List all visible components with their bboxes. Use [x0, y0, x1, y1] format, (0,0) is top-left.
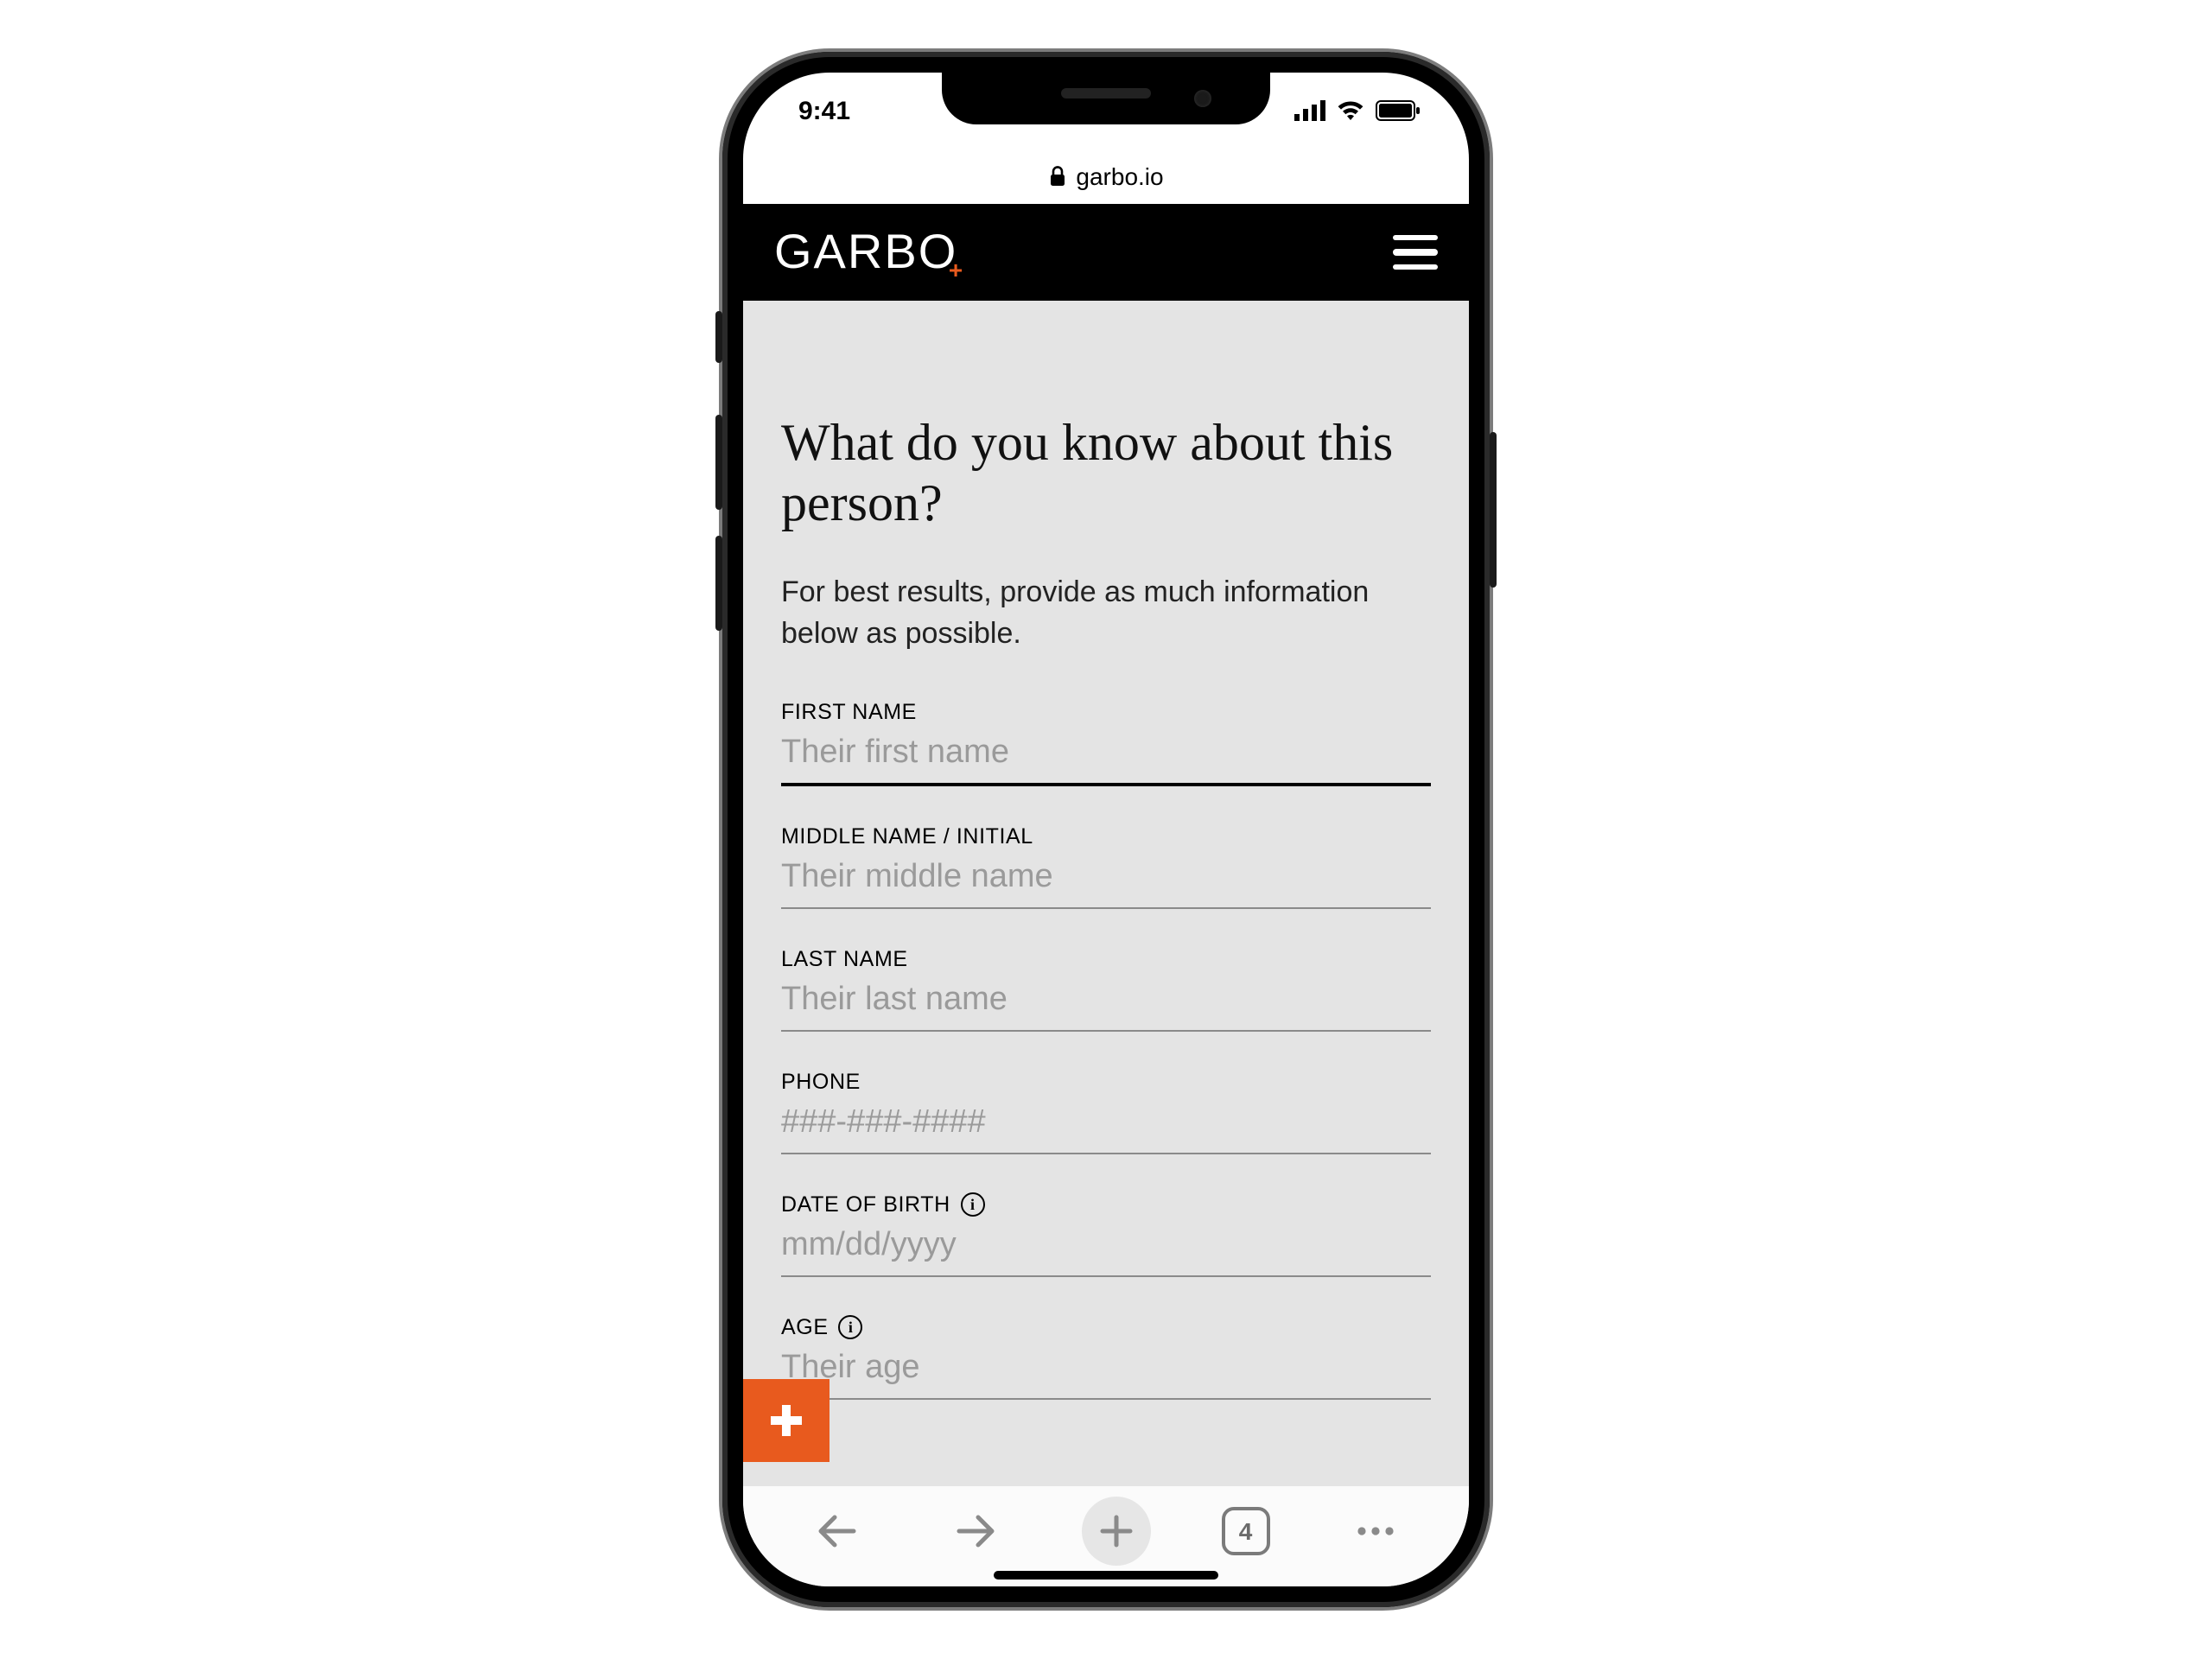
- plus-icon: [766, 1400, 807, 1441]
- field-dob: DATE OF BIRTH i: [781, 1192, 1431, 1276]
- cellular-icon: [1294, 100, 1325, 121]
- side-button: [1490, 432, 1497, 588]
- field-last-name: LAST NAME: [781, 946, 1431, 1031]
- plus-icon: [1097, 1512, 1135, 1550]
- side-button: [715, 311, 722, 363]
- hamburger-menu-icon[interactable]: [1393, 235, 1438, 270]
- url-text: garbo.io: [1076, 162, 1163, 190]
- field-label: AGE i: [781, 1314, 1431, 1338]
- more-button[interactable]: [1340, 1497, 1409, 1566]
- logo[interactable]: GARBO+: [774, 225, 957, 280]
- field-label: LAST NAME: [781, 946, 1431, 970]
- arrow-left-icon: [815, 1512, 860, 1550]
- lock-icon: [1048, 166, 1065, 187]
- tabs-button[interactable]: 4: [1222, 1507, 1270, 1555]
- browser-toolbar: 4: [743, 1486, 1469, 1586]
- phone-input[interactable]: [781, 1093, 1431, 1154]
- forward-button[interactable]: [942, 1497, 1011, 1566]
- search-form: FIRST NAME MIDDLE NAME / INITIAL LAST NA…: [781, 699, 1431, 1399]
- age-input[interactable]: [781, 1338, 1431, 1399]
- wifi-icon: [1336, 100, 1365, 121]
- field-label: PHONE: [781, 1069, 1431, 1093]
- phone-device-frame: 9:41 garbo.io GARBO+ W: [722, 52, 1490, 1607]
- side-button: [715, 536, 722, 631]
- page-subheading: For best results, provide as much inform…: [781, 572, 1431, 654]
- field-label: FIRST NAME: [781, 699, 1431, 723]
- info-icon[interactable]: i: [961, 1192, 985, 1216]
- home-indicator[interactable]: [994, 1571, 1218, 1580]
- back-button[interactable]: [803, 1497, 872, 1566]
- ellipsis-icon: [1354, 1524, 1395, 1538]
- field-age: AGE i: [781, 1314, 1431, 1399]
- battery-icon: [1376, 100, 1421, 121]
- status-time: 9:41: [798, 96, 850, 125]
- browser-url-bar[interactable]: garbo.io: [743, 149, 1469, 204]
- page-content: What do you know about this person? For …: [743, 301, 1469, 1486]
- new-tab-button[interactable]: [1082, 1497, 1151, 1566]
- last-name-input[interactable]: [781, 970, 1431, 1031]
- side-button: [715, 415, 722, 510]
- info-icon[interactable]: i: [839, 1314, 863, 1338]
- page-title: What do you know about this person?: [781, 301, 1431, 534]
- tab-count: 4: [1239, 1517, 1253, 1545]
- notch: [942, 73, 1270, 124]
- field-label: DATE OF BIRTH i: [781, 1192, 1431, 1216]
- dob-input[interactable]: [781, 1216, 1431, 1276]
- floating-action-button[interactable]: [743, 1379, 830, 1462]
- screen: 9:41 garbo.io GARBO+ W: [743, 73, 1469, 1586]
- field-phone: PHONE: [781, 1069, 1431, 1154]
- middle-name-input[interactable]: [781, 848, 1431, 908]
- app-header: GARBO+: [743, 204, 1469, 301]
- field-first-name: FIRST NAME: [781, 699, 1431, 785]
- field-middle-name: MIDDLE NAME / INITIAL: [781, 823, 1431, 908]
- arrow-right-icon: [954, 1512, 999, 1550]
- field-label: MIDDLE NAME / INITIAL: [781, 823, 1431, 848]
- first-name-input[interactable]: [781, 723, 1431, 785]
